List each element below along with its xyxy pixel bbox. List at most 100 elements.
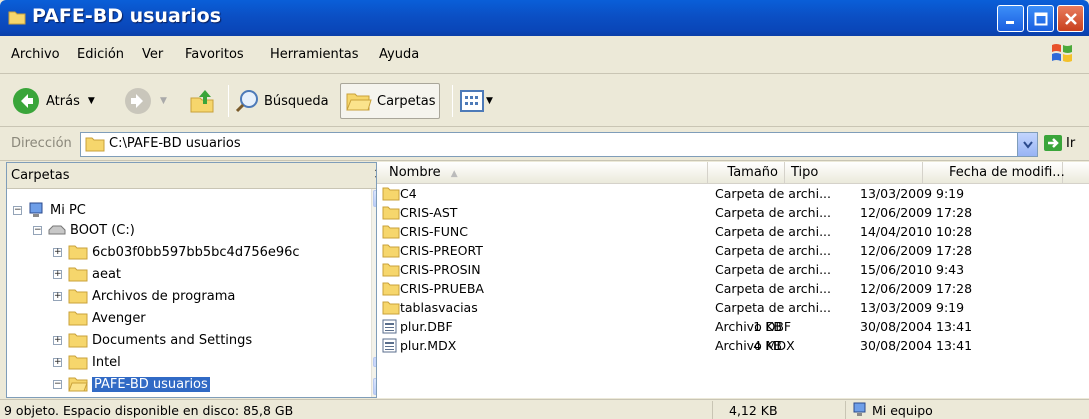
chevron-down-icon — [1022, 140, 1033, 149]
tree-item-label: BOOT (C:) — [70, 222, 135, 238]
tree-item-avenger[interactable]: Avenger — [68, 308, 146, 328]
toolbar: Atrás ▼ ▼ Búsqueda Carpetas ▼ — [0, 75, 1089, 127]
address-dropdown-button[interactable] — [1017, 133, 1037, 156]
forward-dropdown-icon[interactable]: ▼ — [160, 96, 167, 106]
close-button[interactable] — [1057, 5, 1084, 32]
folders-icon — [346, 93, 372, 111]
column-header-fecha[interactable]: Fecha de modifi... — [923, 162, 1065, 184]
folders-button[interactable]: Carpetas — [340, 83, 441, 119]
file-date: 14/04/2010 10:28 — [860, 224, 973, 239]
tree-item-mi-pc[interactable]: − Mi PC — [13, 200, 86, 220]
folder-icon — [382, 282, 400, 296]
menu-archivo[interactable]: Archivo — [11, 47, 60, 62]
back-button[interactable]: Atrás ▼ — [12, 83, 95, 119]
tree-item-label: 6cb03f0bb597bb5bc4d756e96c — [92, 244, 300, 260]
file-row[interactable]: CRIS-PRUEBA Carpeta de archi... 12/06/2009… — [377, 281, 1089, 297]
maximize-button[interactable] — [1027, 5, 1054, 32]
folders-label: Carpetas — [377, 93, 436, 109]
menu-herramientas[interactable]: Herramientas — [270, 47, 359, 62]
toolbar-separator — [452, 85, 453, 117]
search-button[interactable]: Búsqueda — [234, 83, 329, 119]
file-name: tablasvacias — [400, 300, 478, 315]
file-type: Carpeta de archi... — [715, 186, 831, 201]
tree-item-pafe-bd-usuarios[interactable]: − PAFE-BD usuarios — [53, 374, 210, 394]
collapse-icon[interactable]: − — [33, 225, 42, 235]
expand-icon[interactable]: + — [53, 291, 62, 301]
file-row[interactable]: plur.MDX 4 KB Archivo MDX 30/08/2004 13:41 — [377, 338, 1089, 354]
tree-item-intel[interactable]: + Intel — [53, 352, 121, 372]
file-row[interactable]: C4 Carpeta de archi... 13/03/2009 9:19 — [377, 186, 1089, 202]
address-label: Dirección — [11, 136, 72, 151]
expand-icon[interactable]: + — [53, 269, 62, 279]
address-value: C:\PAFE-BD usuarios — [109, 136, 241, 151]
close-icon — [1064, 12, 1077, 25]
folder-icon — [382, 187, 400, 201]
collapse-icon[interactable]: − — [13, 205, 22, 215]
status-size: 4,12 KB — [729, 403, 778, 418]
forward-button[interactable]: ▼ — [124, 83, 167, 119]
file-row[interactable]: tablasvacias Carpeta de archi... 13/03/200… — [377, 300, 1089, 316]
tree-item-aeat[interactable]: + aeat — [53, 264, 121, 284]
file-name: CRIS-FUNC — [400, 224, 468, 239]
column-headers: Nombre ▲ Tamaño Tipo Fecha de modifi... — [377, 162, 1089, 184]
menu-ver[interactable]: Ver — [142, 47, 163, 62]
computer-icon — [29, 202, 43, 217]
column-header-tamano[interactable]: Tamaño — [708, 162, 785, 184]
tree-item-archivos-de-programa[interactable]: + Archivos de programa — [53, 286, 235, 306]
back-label: Atrás — [46, 93, 80, 109]
go-button[interactable]: Ir — [1043, 134, 1075, 152]
file-date: 13/03/2009 9:19 — [860, 186, 965, 201]
expand-icon[interactable]: + — [53, 357, 62, 367]
minimize-icon — [1005, 20, 1014, 24]
forward-arrow-icon — [125, 88, 151, 114]
column-header-tipo[interactable]: Tipo — [785, 162, 923, 184]
views-button[interactable]: ▼ — [460, 83, 493, 119]
menu-bar: Archivo Edición Ver Favoritos Herramient… — [0, 36, 1089, 74]
tree-item-boot-c[interactable]: − BOOT (C:) — [33, 220, 135, 240]
column-label: Tipo — [791, 165, 819, 180]
up-folder-icon — [190, 90, 214, 113]
file-name: CRIS-PRUEBA — [400, 281, 484, 296]
column-header-nombre[interactable]: Nombre ▲ — [377, 162, 708, 184]
file-date: 30/08/2004 13:41 — [860, 338, 973, 353]
tree-item-documents-and-settings[interactable]: + Documents and Settings — [53, 330, 252, 350]
expand-icon[interactable]: + — [53, 247, 62, 257]
tree-item-6cb03f0bb597bb5bc4d756e96c[interactable]: + 6cb03f0bb597bb5bc4d756e96c — [53, 242, 300, 262]
toolbar-separator — [228, 85, 229, 117]
folders-pane: Carpetas × − Mi PC − BOOT (C:) + 6cb03f0… — [6, 162, 392, 398]
file-type: Archivo DBF — [715, 319, 792, 334]
menu-favoritos[interactable]: Favoritos — [185, 47, 244, 62]
folders-pane-header: Carpetas × — [7, 163, 391, 189]
file-row[interactable]: CRIS-PREORT Carpeta de archi... 12/06/2009… — [377, 243, 1089, 259]
up-folder-button[interactable] — [188, 83, 216, 119]
tree-item-label: Avenger — [92, 310, 146, 326]
tree-item-label: Archivos de programa — [92, 288, 236, 304]
views-dropdown-icon[interactable]: ▼ — [486, 96, 493, 106]
drive-icon — [48, 225, 66, 235]
file-name: CRIS-PROSIN — [400, 262, 481, 277]
file-row[interactable]: CRIS-PROSIN Carpeta de archi... 15/06/2010… — [377, 262, 1089, 278]
expand-icon[interactable]: + — [53, 335, 62, 345]
sort-arrow-icon: ▲ — [450, 169, 458, 179]
tree-item-label: aeat — [92, 266, 122, 282]
status-bar: 9 objeto. Espacio disponible en disco: 8… — [0, 399, 1089, 419]
mdx-file-icon — [382, 338, 397, 353]
address-input[interactable]: C:\PAFE-BD usuarios — [80, 132, 1038, 157]
file-name: CRIS-PREORT — [400, 243, 483, 258]
search-icon — [235, 90, 258, 113]
views-icon — [460, 90, 484, 112]
back-dropdown-icon[interactable]: ▼ — [88, 96, 95, 106]
file-list: Nombre ▲ Tamaño Tipo Fecha de modifi... … — [376, 162, 1089, 398]
file-row[interactable]: CRIS-FUNC Carpeta de archi... 14/04/2010 1… — [377, 224, 1089, 240]
file-type: Carpeta de archi... — [715, 281, 831, 296]
folder-icon — [68, 267, 88, 282]
file-type: Carpeta de archi... — [715, 205, 831, 220]
minimize-button[interactable] — [997, 5, 1024, 32]
menu-edicion[interactable]: Edición — [77, 47, 124, 62]
file-row[interactable]: CRIS-AST Carpeta de archi... 12/06/2009 17… — [377, 205, 1089, 221]
title-bar[interactable]: PAFE-BD usuarios — [0, 0, 1089, 36]
menu-ayuda[interactable]: Ayuda — [379, 47, 419, 62]
file-date: 12/06/2009 17:28 — [860, 243, 973, 258]
collapse-icon[interactable]: − — [53, 379, 62, 389]
file-row[interactable]: plur.DBF 1 KB Archivo DBF 30/08/2004 13:41 — [377, 319, 1089, 335]
